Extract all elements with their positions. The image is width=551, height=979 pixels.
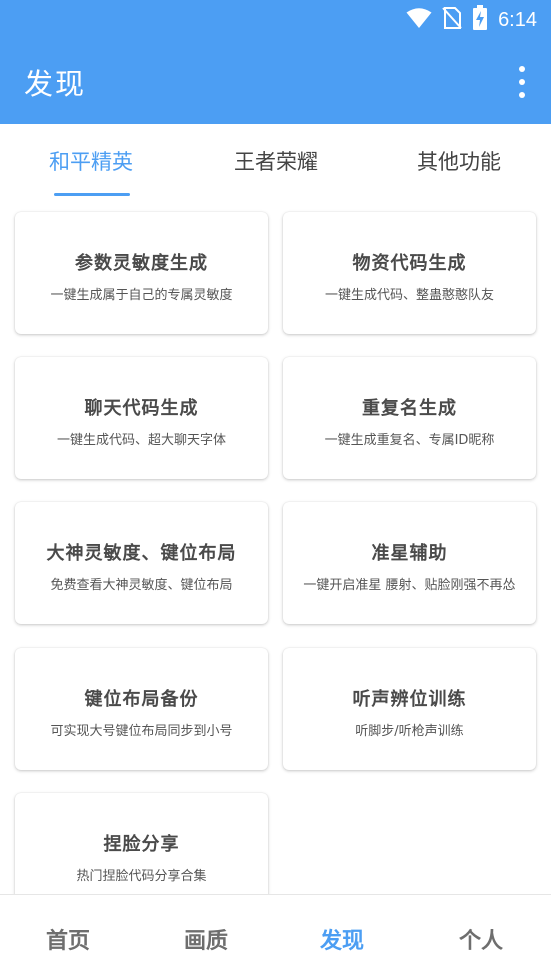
card-item-code-generator[interactable]: 物资代码生成 一键生成代码、整蛊憨憨队友 xyxy=(283,212,536,334)
wifi-icon xyxy=(406,7,432,33)
tab-heping-jingying[interactable]: 和平精英 xyxy=(49,146,133,176)
card-title: 聊天代码生成 xyxy=(84,398,199,419)
card-desc: 热门捏脸代码分享合集 xyxy=(76,869,207,884)
card-crosshair-assist[interactable]: 准星辅助 一键开启准星 腰射、贴脸刚强不再怂 xyxy=(283,502,536,624)
card-desc: 免费查看大神灵敏度、键位布局 xyxy=(50,578,233,593)
card-title: 物资代码生成 xyxy=(352,253,467,274)
status-time: 6:14 xyxy=(498,8,537,31)
tab-other-functions[interactable]: 其他功能 xyxy=(417,146,501,176)
card-title: 参数灵敏度生成 xyxy=(75,253,208,274)
bottom-nav: 首页 画质 发现 个人 xyxy=(0,894,551,979)
card-title: 捏脸分享 xyxy=(103,834,180,855)
card-duplicate-name-generator[interactable]: 重复名生成 一键生成重复名、专属ID昵称 xyxy=(283,357,536,479)
card-desc: 可实现大号键位布局同步到小号 xyxy=(50,724,233,739)
page-title: 发现 xyxy=(24,67,87,101)
card-sensitivity-generator[interactable]: 参数灵敏度生成 一键生成属于自己的专属灵敏度 xyxy=(15,212,268,334)
card-title: 键位布局备份 xyxy=(84,689,199,710)
battery-charging-icon xyxy=(472,5,488,35)
card-desc: 一键生成属于自己的专属灵敏度 xyxy=(50,288,233,303)
nav-profile[interactable]: 个人 xyxy=(459,923,503,955)
card-title: 大神灵敏度、键位布局 xyxy=(46,543,237,564)
card-title: 听声辨位训练 xyxy=(352,689,467,710)
nav-home[interactable]: 首页 xyxy=(46,923,90,955)
tab-wangzhe-rongyao[interactable]: 王者荣耀 xyxy=(234,146,318,176)
card-desc: 听脚步/听枪声训练 xyxy=(355,724,464,739)
card-title: 准星辅助 xyxy=(371,543,448,564)
card-face-share[interactable]: 捏脸分享 热门捏脸代码分享合集 xyxy=(15,793,268,894)
card-sound-training[interactable]: 听声辨位训练 听脚步/听枪声训练 xyxy=(283,648,536,770)
tab-indicator xyxy=(54,193,130,196)
card-desc: 一键生成代码、整蛊憨憨队友 xyxy=(324,288,494,303)
app-root: 6:14 发现 和平精英 王者荣耀 其他功能 参数灵敏度生成 一键生成属于自己的… xyxy=(0,0,551,979)
status-bar: 6:14 xyxy=(0,0,551,40)
nav-graphics[interactable]: 画质 xyxy=(184,923,228,955)
no-sim-icon xyxy=(442,6,462,34)
card-pro-sensitivity-layout[interactable]: 大神灵敏度、键位布局 免费查看大神灵敏度、键位布局 xyxy=(15,502,268,624)
card-desc: 一键生成重复名、专属ID昵称 xyxy=(324,433,495,448)
card-layout-backup[interactable]: 键位布局备份 可实现大号键位布局同步到小号 xyxy=(15,648,268,770)
more-vert-icon[interactable] xyxy=(515,66,529,98)
tab-bar: 和平精英 王者荣耀 其他功能 xyxy=(0,124,551,200)
card-desc: 一键开启准星 腰射、贴脸刚强不再怂 xyxy=(303,578,516,593)
card-chat-code-generator[interactable]: 聊天代码生成 一键生成代码、超大聊天字体 xyxy=(15,357,268,479)
nav-discover[interactable]: 发现 xyxy=(320,923,364,955)
card-title: 重复名生成 xyxy=(362,398,457,419)
app-bar: 发现 xyxy=(0,40,551,124)
feature-grid: 参数灵敏度生成 一键生成属于自己的专属灵敏度 物资代码生成 一键生成代码、整蛊憨… xyxy=(0,200,551,894)
card-desc: 一键生成代码、超大聊天字体 xyxy=(56,433,226,448)
